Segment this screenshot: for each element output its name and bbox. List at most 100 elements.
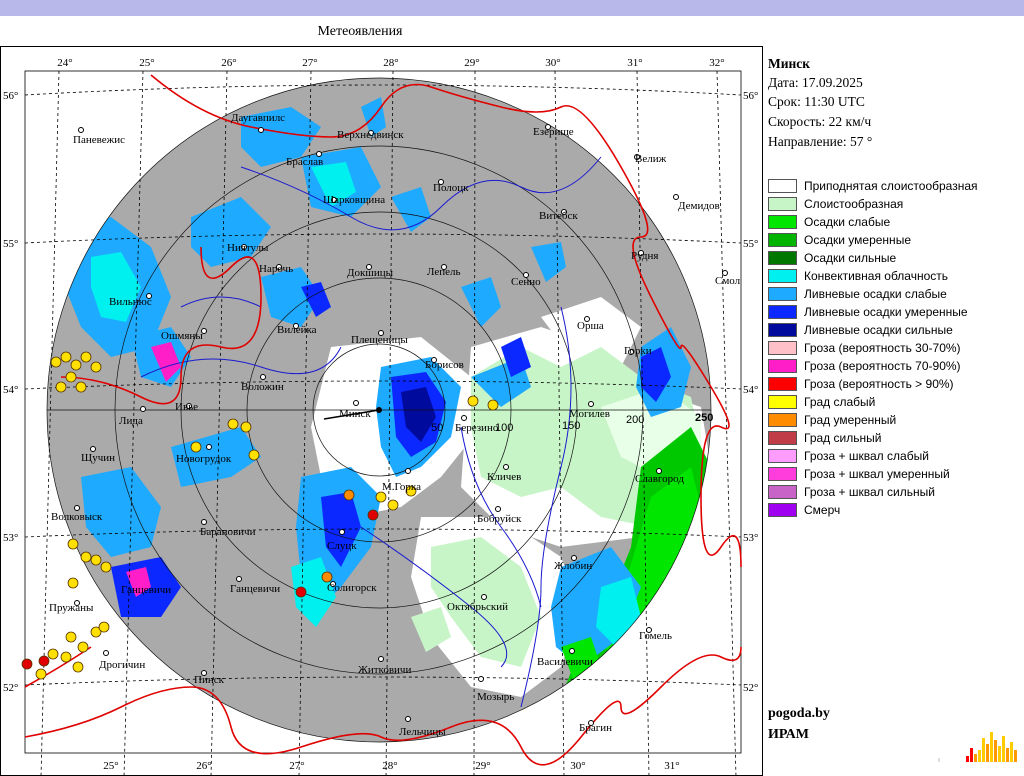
svg-text:Борисов: Борисов [425,359,464,371]
svg-text:30°: 30° [545,57,560,69]
svg-text:Мозырь: Мозырь [477,691,514,703]
svg-text:200: 200 [626,414,644,426]
legend-item: Осадки слабые [768,213,978,231]
svg-text:56°: 56° [3,90,18,102]
legend-swatch [768,449,797,463]
svg-text:Дрогичин: Дрогичин [99,659,145,671]
legend-label: Ливневые осадки умеренные [804,305,968,319]
svg-text:Новогрудок: Новогрудок [176,453,232,465]
svg-text:56°: 56° [743,90,758,102]
legend-swatch [768,431,797,445]
legend-label: Осадки сильные [804,251,897,265]
svg-text:Велиж: Велиж [635,153,667,165]
legend-item: Слоистообразная [768,195,978,213]
svg-text:32°: 32° [709,57,724,69]
svg-text:Шарковщина: Шарковщина [323,194,385,206]
legend-label: Смерч [804,503,841,517]
map-title: Метеоявления [317,24,403,39]
svg-text:Сенно: Сенно [511,276,541,288]
legend-swatch [768,233,797,247]
date-value: 17.09.2025 [802,75,863,90]
time-line: Срок: 11:30 UTC [768,94,865,109]
svg-text:Верхнедвинск: Верхнедвинск [337,129,404,141]
svg-text:54°: 54° [743,384,758,396]
svg-text:Горки: Горки [624,345,652,357]
svg-text:150: 150 [562,420,580,432]
svg-text:Ивье: Ивье [175,401,198,413]
svg-text:Вильнюс: Вильнюс [109,296,152,308]
legend-item: Приподнятая слоистообразная [768,177,978,195]
svg-text:Славгород: Славгород [635,473,684,485]
svg-text:Пинск: Пинск [194,674,225,686]
legend-swatch [768,179,797,193]
svg-text:Житковичи: Житковичи [358,664,411,676]
svg-text:55°: 55° [3,238,18,250]
svg-text:27°: 27° [289,760,304,772]
svg-text:29°: 29° [464,57,479,69]
legend-item: Гроза (вероятность > 90%) [768,375,978,393]
legend-label: Ливневые осадки слабые [804,287,947,301]
radar-map-panel[interactable]: 24° 25° 26° 27° 28° 29° 30° 31° 32° 25° … [0,46,763,776]
svg-text:52°: 52° [3,682,18,694]
svg-text:Могилев: Могилев [569,408,610,420]
svg-text:Нарочь: Нарочь [259,263,293,275]
legend-swatch [768,269,797,283]
legend-swatch [768,287,797,301]
svg-text:Смол: Смол [715,275,741,287]
legend-label: Гроза (вероятность > 90%) [804,377,954,391]
legend: Приподнятая слоистообразная Слоистообразн… [768,177,978,519]
svg-text:30°: 30° [570,760,585,772]
legend-label: Гроза (вероятность 30-70%) [804,341,961,355]
legend-item: Град слабый [768,393,978,411]
legend-item: Гроза (вероятность 70-90%) [768,357,978,375]
legend-swatch [768,197,797,211]
legend-label: Ливневые осадки сильные [804,323,953,337]
svg-text:Паневежис: Паневежис [73,134,125,146]
legend-item: Гроза (вероятность 30-70%) [768,339,978,357]
bar-logo [938,732,1017,762]
svg-text:26°: 26° [221,57,236,69]
legend-item: Конвективная облачность [768,267,978,285]
svg-text:Лепель: Лепель [427,266,461,278]
svg-text:Плещеницы: Плещеницы [351,334,408,346]
svg-text:М.Горка: М.Горка [382,481,421,493]
legend-item: Гроза + шквал сильный [768,483,978,501]
svg-text:Волковыск: Волковыск [51,511,103,523]
legend-swatch [768,467,797,481]
svg-text:Щучин: Щучин [81,452,115,464]
svg-text:25°: 25° [103,760,118,772]
legend-label: Осадки слабые [804,215,891,229]
legend-item: Осадки сильные [768,249,978,267]
svg-text:Ганцевичи: Ганцевичи [230,583,280,595]
legend-label: Гроза + шквал умеренный [804,467,950,481]
legend-label: Приподнятая слоистообразная [804,179,978,193]
top-bar [0,0,1024,16]
svg-text:Орша: Орша [577,320,604,332]
site-name: pogoda.by [768,706,830,721]
legend-swatch [768,215,797,229]
svg-text:Демидов: Демидов [678,200,720,212]
legend-swatch [768,395,797,409]
svg-text:Воложин: Воложин [241,381,284,393]
svg-text:28°: 28° [383,57,398,69]
svg-text:Ошмяны: Ошмяны [161,330,203,342]
legend-label: Гроза + шквал сильный [804,485,935,499]
info-panel: Минск Дата: 17.09.2025 Срок: 11:30 UTC С… [768,54,1024,776]
speed-value: 22 км/ч [828,114,872,129]
radar-center-marker [376,407,382,413]
svg-text:Вилейка: Вилейка [277,324,317,336]
org-name: ИРАМ [768,727,809,742]
radar-map[interactable]: 24° 25° 26° 27° 28° 29° 30° 31° 32° 25° … [1,47,763,776]
svg-text:29°: 29° [475,760,490,772]
svg-text:31°: 31° [664,760,679,772]
svg-text:Пружаны: Пружаны [49,602,94,614]
legend-swatch [768,305,797,319]
legend-item: Ливневые осадки слабые [768,285,978,303]
legend-label: Гроза + шквал слабый [804,449,929,463]
svg-text:Рудня: Рудня [631,250,658,262]
legend-swatch [768,413,797,427]
legend-item: Смерч [768,501,978,519]
legend-label: Конвективная облачность [804,269,949,283]
station-name: Минск [768,56,811,71]
svg-text:25°: 25° [139,57,154,69]
